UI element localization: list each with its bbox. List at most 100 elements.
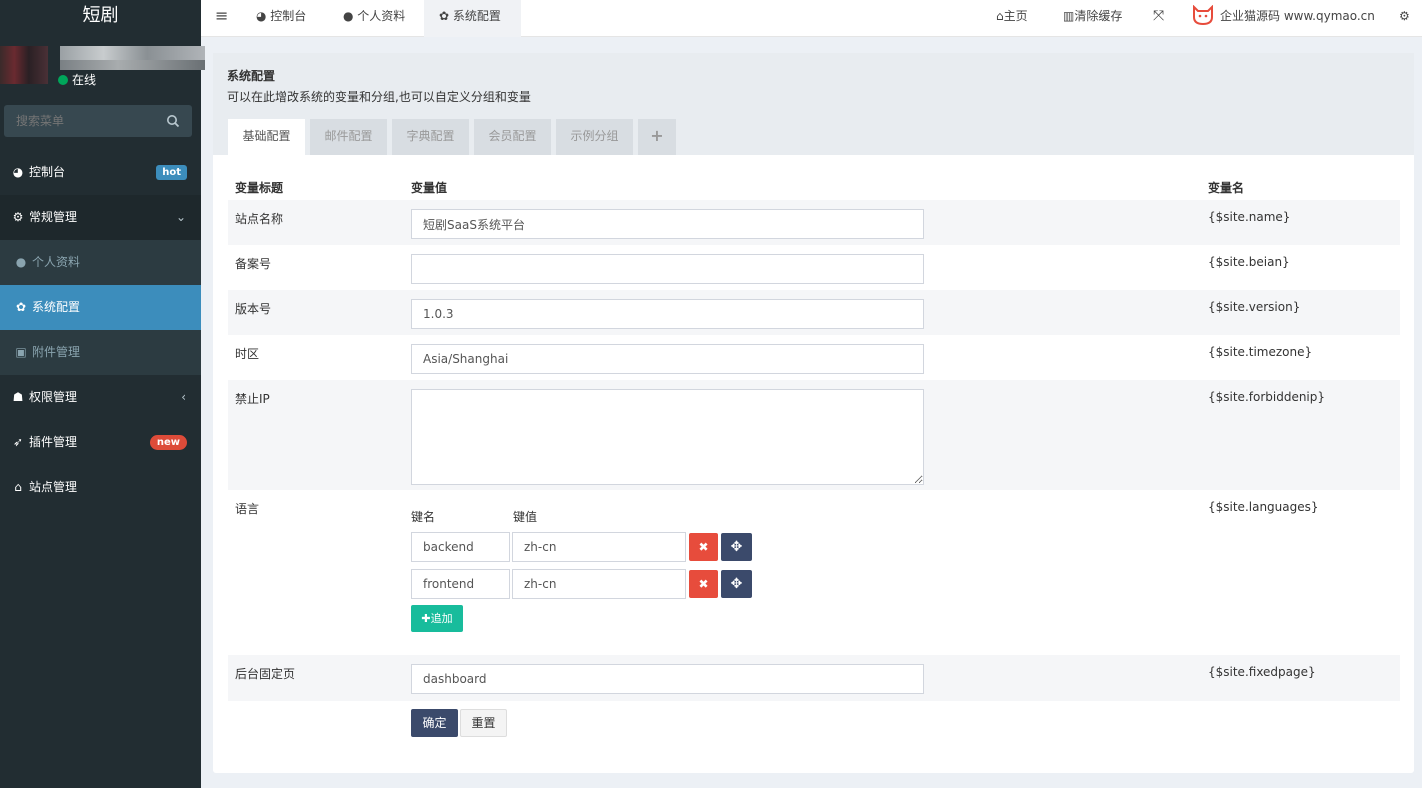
fullscreen-icon[interactable]: ⤧	[1153, 0, 1164, 37]
brand-label: 企业猫源码 www.qymao.cn	[1220, 9, 1375, 23]
row-label: 语言	[235, 502, 260, 516]
table-row: 版本号 {$site.version}	[228, 290, 1400, 335]
avatar	[0, 46, 48, 84]
value-header: 键值	[513, 510, 538, 524]
menu-toggle-icon[interactable]: ≡	[215, 0, 228, 37]
tab-email[interactable]: 邮件配置	[310, 119, 387, 155]
clear-cache-button[interactable]: ▥清除缓存	[1063, 0, 1122, 37]
sidebar-item-plugins[interactable]: ➶ 插件管理 new	[0, 420, 201, 465]
tab-system-config[interactable]: ✿ 系统配置	[424, 0, 521, 37]
header-name: 变量名	[1208, 181, 1245, 195]
row-label: 备案号	[235, 257, 272, 271]
row-label: 站点名称	[235, 212, 284, 226]
sidebar: 短剧 在线 ◕ 控制台 hot ⚙ 常规管理 ⌄ ● 个人资料	[0, 0, 205, 788]
drag-handle-icon[interactable]: ✥	[721, 570, 752, 598]
sidebar-item-label: 个人资料	[32, 255, 81, 269]
search-icon[interactable]	[166, 114, 180, 128]
chevron-down-icon: ⌄	[175, 210, 186, 224]
tab-basic[interactable]: 基础配置	[228, 119, 305, 155]
tab-example-group[interactable]: 示例分组	[556, 119, 633, 155]
row-var-name: {$site.forbiddenip}	[1208, 390, 1326, 404]
config-panel: 系统配置 可以在此增改系统的变量和分组,也可以自定义分组和变量 基础配置 邮件配…	[213, 53, 1414, 773]
tab-member[interactable]: 会员配置	[474, 119, 551, 155]
bank-icon: ⌂	[14, 480, 22, 494]
reset-button[interactable]: 重置	[460, 709, 507, 737]
username-redacted	[60, 46, 205, 60]
key-header: 键名	[411, 510, 436, 524]
home-link[interactable]: ⌂主页	[996, 0, 1028, 37]
hot-badge: hot	[156, 165, 187, 180]
lang-key-input[interactable]	[411, 569, 510, 599]
rocket-icon: ➶	[12, 435, 24, 449]
append-button[interactable]: ✚追加	[411, 605, 463, 632]
table-header: 变量标题 变量值 变量名	[228, 155, 1400, 200]
forbidden-ip-textarea[interactable]	[411, 389, 924, 485]
beian-input[interactable]	[411, 254, 924, 284]
sidebar-item-label: 权限管理	[29, 390, 78, 404]
gear-icon: ✿	[439, 9, 453, 23]
table-row: 后台固定页 {$site.fixedpage}	[228, 655, 1400, 701]
panel-title: 系统配置	[227, 69, 276, 83]
sidebar-item-profile[interactable]: ● 个人资料	[0, 240, 201, 285]
sidebar-item-attachments[interactable]: ▣ 附件管理	[0, 330, 201, 375]
user-icon: ●	[343, 9, 358, 23]
lang-key-input[interactable]	[411, 532, 510, 562]
sidebar-item-system-config[interactable]: ✿ 系统配置	[0, 285, 201, 330]
home-label: 主页	[1003, 9, 1028, 23]
drag-handle-icon[interactable]: ✥	[721, 533, 752, 561]
add-tab-button[interactable]: +	[638, 119, 676, 155]
topbar: ≡ ◕ 控制台 ● 个人资料 ✿ 系统配置 ⌂主页 ▥清除缓存 ⤧ 企业猫源码 …	[201, 0, 1422, 37]
lang-value-input[interactable]	[512, 532, 686, 562]
sidebar-item-permissions[interactable]: ☗ 权限管理 ‹	[0, 375, 201, 420]
timezone-input[interactable]	[411, 344, 924, 374]
table-row: 语言 键名 键值 ✖ ✥ ✖ ✥ ✚追加 {$site.languages}	[228, 490, 1400, 655]
online-status: 在线	[58, 71, 96, 88]
remove-row-button[interactable]: ✖	[689, 570, 718, 598]
submit-button[interactable]: 确定	[411, 709, 458, 737]
fixed-page-input[interactable]	[411, 664, 924, 694]
user-icon: ●	[15, 255, 27, 269]
gear-icon: ✿	[15, 300, 27, 314]
row-var-name: {$site.beian}	[1208, 255, 1290, 269]
image-file-icon: ▣	[15, 345, 27, 359]
tab-label: 个人资料	[357, 9, 406, 23]
dashboard-icon: ◕	[256, 9, 271, 23]
clear-cache-label: 清除缓存	[1074, 9, 1123, 23]
tab-label: 系统配置	[452, 9, 501, 23]
sidebar-submenu: ● 个人资料 ✿ 系统配置 ▣ 附件管理	[0, 240, 201, 375]
form-actions: 确定 重置	[228, 701, 1400, 749]
sidebar-item-label: 系统配置	[32, 300, 81, 314]
version-input[interactable]	[411, 299, 924, 329]
dashboard-icon: ◕	[12, 165, 24, 179]
row-label: 版本号	[235, 302, 272, 316]
logo[interactable]: 短剧	[0, 0, 201, 36]
row-var-name: {$site.timezone}	[1208, 345, 1313, 359]
row-label: 后台固定页	[235, 667, 296, 681]
lang-value-input[interactable]	[512, 569, 686, 599]
row-label: 时区	[235, 347, 260, 361]
row-var-name: {$site.version}	[1208, 300, 1301, 314]
cogs-icon: ⚙	[12, 210, 24, 224]
plus-icon: ✚	[421, 612, 431, 625]
header-value: 变量值	[411, 181, 448, 195]
brand-link[interactable]: 企业猫源码 www.qymao.cn	[1192, 0, 1375, 37]
sidebar-item-sites[interactable]: ⌂ 站点管理	[0, 465, 201, 510]
tab-dashboard[interactable]: ◕ 控制台	[256, 0, 306, 37]
site-name-input[interactable]	[411, 209, 924, 239]
search-menu-input[interactable]	[4, 105, 154, 137]
remove-row-button[interactable]: ✖	[689, 533, 718, 561]
append-label: 追加	[430, 612, 453, 625]
header-title: 变量标题	[235, 181, 284, 195]
tab-dictionary[interactable]: 字典配置	[392, 119, 469, 155]
table-row: 站点名称 {$site.name}	[228, 200, 1400, 245]
sidebar-item-label: 插件管理	[29, 435, 78, 449]
new-badge: new	[149, 435, 187, 450]
sidebar-item-label: 附件管理	[32, 345, 81, 359]
sidebar-nav: ◕ 控制台 hot ⚙ 常规管理 ⌄ ● 个人资料 ✿ 系统配置 ▣ 附件管理 ☗ 权限管理	[0, 150, 201, 510]
home-icon: ⌂	[996, 9, 1004, 23]
app: 短剧 在线 ◕控制台 hot ⚙常规管理 ⌄ ●个人资料	[0, 0, 1422, 788]
sidebar-item-general[interactable]: ⚙ 常规管理 ⌄	[0, 195, 201, 240]
settings-cogs-icon[interactable]: ⚙	[1399, 0, 1410, 37]
tab-profile[interactable]: ● 个人资料	[343, 0, 405, 37]
sidebar-item-dashboard[interactable]: ◕ 控制台 hot	[0, 150, 201, 195]
